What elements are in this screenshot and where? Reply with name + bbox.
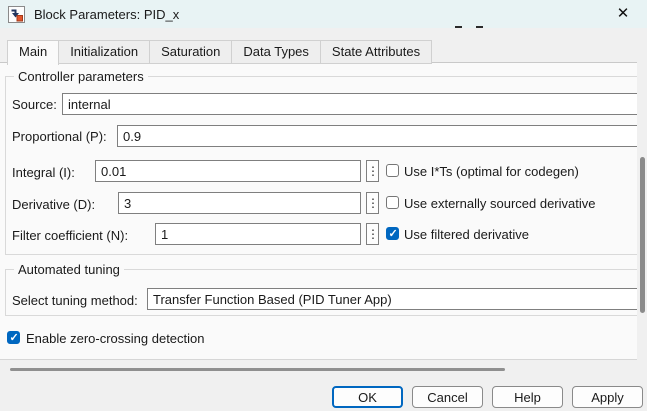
tab-saturation[interactable]: Saturation [149, 40, 233, 64]
vertical-scrollbar-thumb[interactable] [640, 157, 645, 313]
proportional-input[interactable] [117, 125, 637, 147]
integral-input[interactable] [95, 160, 361, 182]
filter-coefficient-label: Filter coefficient (N): [12, 228, 129, 243]
tuning-method-combobox[interactable] [147, 288, 637, 310]
derivative-menu-kebab-icon[interactable]: ⋮ [366, 192, 379, 214]
filter-menu-kebab-icon[interactable]: ⋮ [366, 223, 379, 245]
filtered-derivative-label[interactable]: Use filtered derivative [404, 227, 529, 242]
use-its-label[interactable]: Use I*Ts (optimal for codegen) [404, 164, 579, 179]
ext-derivative-label[interactable]: Use externally sourced derivative [404, 196, 595, 211]
derivative-input[interactable] [118, 192, 361, 214]
ok-button[interactable]: OK [332, 386, 403, 408]
filtered-derivative-checkbox[interactable] [386, 227, 399, 240]
ext-derivative-checkbox[interactable] [386, 196, 399, 209]
controller-parameters-legend: Controller parameters [14, 69, 148, 84]
help-button[interactable]: Help [492, 386, 563, 408]
simulink-block-icon [8, 5, 25, 23]
proportional-label: Proportional (P): [12, 129, 107, 144]
source-combobox[interactable] [62, 93, 637, 115]
tab-state-attributes[interactable]: State Attributes [319, 40, 433, 64]
tab-bar: Main Initialization Saturation Data Type… [7, 40, 433, 65]
source-label: Source: [12, 97, 57, 112]
tab-initialization[interactable]: Initialization [58, 40, 151, 64]
automated-tuning-legend: Automated tuning [14, 262, 124, 277]
zero-crossing-label[interactable]: Enable zero-crossing detection [26, 331, 205, 346]
zero-crossing-checkbox[interactable] [7, 331, 20, 344]
titlebar: Block Parameters: PID_x ✕ [0, 0, 647, 28]
close-icon[interactable]: ✕ [612, 3, 634, 25]
clipped-text-fragment [455, 26, 462, 28]
cancel-button[interactable]: Cancel [412, 386, 483, 408]
horizontal-scrollbar-thumb[interactable] [10, 368, 505, 371]
clipped-text-fragment [476, 26, 483, 28]
integral-menu-kebab-icon[interactable]: ⋮ [366, 160, 379, 182]
tab-main[interactable]: Main [7, 40, 60, 65]
integral-label: Integral (I): [12, 165, 75, 180]
window-title: Block Parameters: PID_x [34, 6, 180, 22]
main-tab-panel: Controller parameters Source: Proportion… [0, 62, 637, 360]
block-parameters-dialog: Block Parameters: PID_x ✕ Main Initializ… [0, 0, 647, 411]
apply-button[interactable]: Apply [572, 386, 643, 408]
derivative-label: Derivative (D): [12, 197, 96, 212]
filter-coefficient-input[interactable] [155, 223, 361, 245]
use-its-checkbox[interactable] [386, 164, 399, 177]
tuning-method-label: Select tuning method: [12, 293, 138, 308]
tab-data-types[interactable]: Data Types [231, 40, 321, 64]
